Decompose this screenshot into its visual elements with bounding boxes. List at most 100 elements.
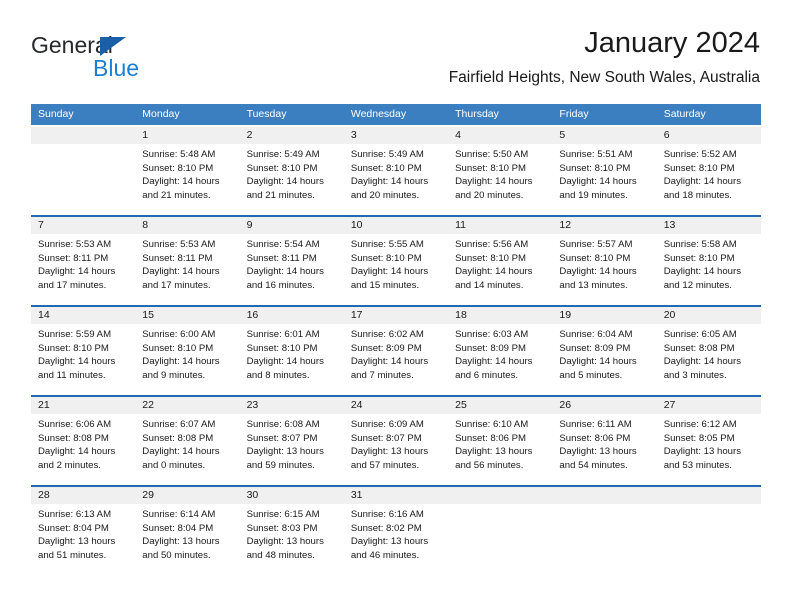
day-number-strip: 14 15 16 17 18 19 20 bbox=[31, 307, 761, 324]
day-number[interactable]: 24 bbox=[344, 397, 448, 414]
day-cell[interactable]: Sunrise: 5:50 AM Sunset: 8:10 PM Daylight:… bbox=[448, 144, 552, 215]
day-number[interactable]: 16 bbox=[240, 307, 344, 324]
calendar-week-row: 14 15 16 17 18 19 20 Sunrise: 5:59 AM Sunset: 8:… bbox=[31, 305, 761, 395]
daylight-text: Daylight: 14 hours and 3 minutes. bbox=[663, 356, 742, 381]
day-number[interactable]: 11 bbox=[448, 217, 552, 234]
day-number[interactable]: 22 bbox=[135, 397, 239, 414]
day-number[interactable]: 1 bbox=[135, 127, 239, 144]
sunset-text: Sunset: 8:10 PM bbox=[455, 252, 527, 264]
day-cell[interactable]: Sunrise: 5:53 AM Sunset: 8:11 PM Daylight:… bbox=[135, 234, 239, 305]
day-cell[interactable]: Sunrise: 5:54 AM Sunset: 8:11 PM Daylight:… bbox=[240, 234, 344, 305]
day-cell[interactable]: Sunrise: 6:07 AM Sunset: 8:08 PM Daylight:… bbox=[135, 414, 239, 485]
day-cell[interactable]: Sunrise: 6:03 AM Sunset: 8:09 PM Daylight:… bbox=[448, 324, 552, 395]
day-number[interactable]: 13 bbox=[657, 217, 761, 234]
daylight-text: Daylight: 14 hours and 15 minutes. bbox=[350, 266, 429, 291]
day-cell[interactable]: Sunrise: 6:00 AM Sunset: 8:10 PM Daylight:… bbox=[135, 324, 239, 395]
page-subtitle: Fairfield Heights, New South Wales, Aust… bbox=[448, 69, 760, 86]
sunset-text: Sunset: 8:10 PM bbox=[663, 252, 735, 264]
day-number[interactable]: 12 bbox=[552, 217, 656, 234]
day-number[interactable]: 6 bbox=[657, 127, 761, 144]
sunset-text: Sunset: 8:10 PM bbox=[663, 162, 735, 174]
day-number[interactable]: 14 bbox=[31, 307, 135, 324]
sunset-text: Sunset: 8:10 PM bbox=[246, 162, 318, 174]
day-cell[interactable]: Sunrise: 5:59 AM Sunset: 8:10 PM Daylight:… bbox=[31, 324, 135, 395]
day-cell[interactable]: Sunrise: 6:16 AM Sunset: 8:02 PM Daylight:… bbox=[344, 504, 448, 575]
day-cell[interactable]: Sunrise: 5:57 AM Sunset: 8:10 PM Daylight:… bbox=[552, 234, 656, 305]
day-cell[interactable]: Sunrise: 5:55 AM Sunset: 8:10 PM Daylight:… bbox=[344, 234, 448, 305]
sunrise-text: Sunrise: 5:49 AM bbox=[350, 149, 424, 160]
day-number[interactable]: 15 bbox=[135, 307, 239, 324]
daylight-text: Daylight: 14 hours and 20 minutes. bbox=[350, 176, 429, 201]
day-number[interactable]: 23 bbox=[240, 397, 344, 414]
day-number[interactable]: 8 bbox=[135, 217, 239, 234]
day-cell[interactable]: Sunrise: 5:49 AM Sunset: 8:10 PM Daylight:… bbox=[344, 144, 448, 215]
day-cell[interactable]: Sunrise: 6:08 AM Sunset: 8:07 PM Daylight:… bbox=[240, 414, 344, 485]
sunset-text: Sunset: 8:09 PM bbox=[350, 342, 422, 354]
day-number[interactable]: 28 bbox=[31, 487, 135, 504]
day-cell[interactable]: Sunrise: 6:13 AM Sunset: 8:04 PM Daylight:… bbox=[31, 504, 135, 575]
weekday-header-thursday: Thursday bbox=[455, 108, 499, 120]
day-cell[interactable]: Sunrise: 5:51 AM Sunset: 8:10 PM Daylight:… bbox=[552, 144, 656, 215]
sunset-text: Sunset: 8:06 PM bbox=[559, 432, 631, 444]
day-cell[interactable]: Sunrise: 6:02 AM Sunset: 8:09 PM Daylight:… bbox=[344, 324, 448, 395]
day-cell[interactable]: Sunrise: 5:53 AM Sunset: 8:11 PM Daylight:… bbox=[31, 234, 135, 305]
day-number[interactable]: 21 bbox=[31, 397, 135, 414]
day-number[interactable]: 27 bbox=[657, 397, 761, 414]
day-number[interactable]: 25 bbox=[448, 397, 552, 414]
day-number[interactable]: 18 bbox=[448, 307, 552, 324]
day-number[interactable]: 31 bbox=[344, 487, 448, 504]
day-number[interactable]: 20 bbox=[657, 307, 761, 324]
day-number[interactable]: 5 bbox=[552, 127, 656, 144]
sunset-text: Sunset: 8:10 PM bbox=[142, 162, 214, 174]
sunset-text: Sunset: 8:10 PM bbox=[350, 252, 422, 264]
calendar-week-row: 7 8 9 10 11 12 13 Sunrise: 5:53 AM Sunset: 8:11 … bbox=[31, 215, 761, 305]
day-cell[interactable]: Sunrise: 6:05 AM Sunset: 8:08 PM Daylight:… bbox=[657, 324, 761, 395]
day-number[interactable]: 10 bbox=[344, 217, 448, 234]
day-cell[interactable]: Sunrise: 6:10 AM Sunset: 8:06 PM Daylight:… bbox=[448, 414, 552, 485]
day-number-strip: 21 22 23 24 25 26 27 bbox=[31, 397, 761, 414]
day-number[interactable]: 4 bbox=[448, 127, 552, 144]
day-cell[interactable]: Sunrise: 6:12 AM Sunset: 8:05 PM Daylight:… bbox=[657, 414, 761, 485]
day-cell[interactable]: Sunrise: 6:09 AM Sunset: 8:07 PM Daylight:… bbox=[344, 414, 448, 485]
day-cell[interactable]: Sunrise: 5:56 AM Sunset: 8:10 PM Daylight:… bbox=[448, 234, 552, 305]
day-number[interactable]: 30 bbox=[240, 487, 344, 504]
daylight-text: Daylight: 14 hours and 17 minutes. bbox=[38, 266, 116, 291]
daylight-text: Daylight: 14 hours and 7 minutes. bbox=[350, 356, 429, 381]
daylight-text: Daylight: 14 hours and 12 minutes. bbox=[663, 266, 742, 291]
daylight-text: Daylight: 13 hours and 51 minutes. bbox=[38, 536, 116, 561]
sunset-text: Sunset: 8:09 PM bbox=[559, 342, 631, 354]
day-cell[interactable]: Sunrise: 6:06 AM Sunset: 8:08 PM Daylight:… bbox=[31, 414, 135, 485]
sunrise-text: Sunrise: 6:01 AM bbox=[246, 329, 320, 340]
sunset-text: Sunset: 8:04 PM bbox=[142, 522, 214, 534]
day-number[interactable]: 9 bbox=[240, 217, 344, 234]
sunrise-text: Sunrise: 5:58 AM bbox=[663, 239, 737, 250]
day-number[interactable]: 29 bbox=[135, 487, 239, 504]
day-number-empty bbox=[448, 487, 552, 504]
sunrise-text: Sunrise: 5:59 AM bbox=[38, 329, 112, 340]
day-cell[interactable]: Sunrise: 5:49 AM Sunset: 8:10 PM Daylight:… bbox=[240, 144, 344, 215]
day-number[interactable]: 7 bbox=[31, 217, 135, 234]
day-number[interactable]: 17 bbox=[344, 307, 448, 324]
day-cell[interactable]: Sunrise: 6:04 AM Sunset: 8:09 PM Daylight:… bbox=[552, 324, 656, 395]
day-cell[interactable]: Sunrise: 5:52 AM Sunset: 8:10 PM Daylight:… bbox=[657, 144, 761, 215]
daylight-text: Daylight: 14 hours and 0 minutes. bbox=[142, 446, 220, 471]
sunrise-text: Sunrise: 6:11 AM bbox=[559, 419, 632, 430]
day-cell[interactable]: Sunrise: 6:15 AM Sunset: 8:03 PM Daylight:… bbox=[240, 504, 344, 575]
day-cell[interactable]: Sunrise: 5:48 AM Sunset: 8:10 PM Daylight:… bbox=[135, 144, 239, 215]
day-number[interactable]: 2 bbox=[240, 127, 344, 144]
general-blue-logo[interactable]: General Blue bbox=[31, 32, 211, 88]
daylight-text: Daylight: 14 hours and 8 minutes. bbox=[246, 356, 324, 381]
day-number[interactable]: 26 bbox=[552, 397, 656, 414]
day-cell[interactable]: Sunrise: 5:58 AM Sunset: 8:10 PM Daylight:… bbox=[657, 234, 761, 305]
weekday-header-monday: Monday bbox=[142, 108, 180, 120]
sunset-text: Sunset: 8:09 PM bbox=[455, 342, 527, 354]
sunrise-text: Sunrise: 6:04 AM bbox=[559, 329, 633, 340]
day-cell[interactable]: Sunrise: 6:11 AM Sunset: 8:06 PM Daylight:… bbox=[552, 414, 656, 485]
day-number-strip: 7 8 9 10 11 12 13 bbox=[31, 217, 761, 234]
day-cell[interactable]: Sunrise: 6:14 AM Sunset: 8:04 PM Daylight:… bbox=[135, 504, 239, 575]
day-number[interactable]: 19 bbox=[552, 307, 656, 324]
day-cell[interactable]: Sunrise: 6:01 AM Sunset: 8:10 PM Daylight:… bbox=[240, 324, 344, 395]
day-detail-strip: Sunrise: 5:59 AM Sunset: 8:10 PM Daylight:… bbox=[31, 324, 761, 395]
sunset-text: Sunset: 8:11 PM bbox=[142, 252, 213, 264]
day-number[interactable]: 3 bbox=[344, 127, 448, 144]
